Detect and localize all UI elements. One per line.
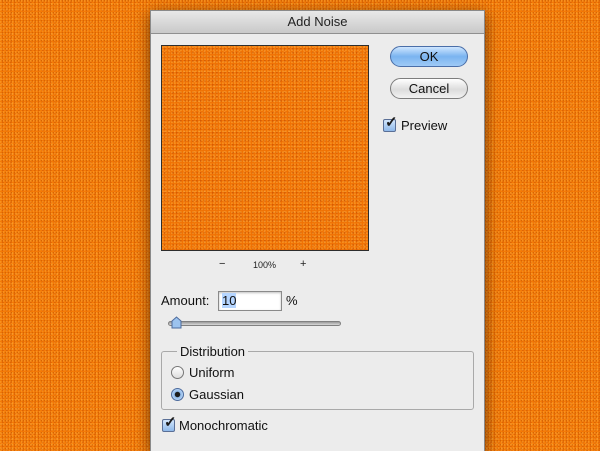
gaussian-radio[interactable] — [171, 388, 184, 401]
gaussian-label: Gaussian — [189, 387, 244, 402]
uniform-radio[interactable] — [171, 366, 184, 379]
dialog-title: Add Noise — [151, 11, 484, 34]
ok-button[interactable]: OK — [390, 46, 468, 67]
zoom-in-button[interactable]: + — [300, 258, 306, 270]
cancel-button[interactable]: Cancel — [390, 78, 468, 99]
distribution-label: Distribution — [177, 344, 249, 359]
preview-checkbox[interactable]: ✓ — [383, 115, 398, 132]
checkmark-icon: ✓ — [385, 114, 398, 131]
preview-label: Preview — [401, 118, 448, 133]
amount-label: Amount: — [161, 293, 210, 308]
amount-slider[interactable] — [168, 321, 341, 326]
uniform-label: Uniform — [189, 365, 235, 380]
amount-input[interactable]: 10 — [218, 291, 282, 311]
monochromatic-label: Monochromatic — [179, 418, 268, 433]
preview-image[interactable] — [161, 45, 369, 251]
zoom-level: 100% — [253, 260, 277, 270]
monochromatic-checkbox[interactable]: ✓ — [162, 415, 177, 432]
checkmark-icon: ✓ — [164, 414, 177, 431]
amount-unit: % — [286, 293, 298, 308]
slider-thumb-icon[interactable] — [171, 316, 182, 329]
zoom-out-button[interactable]: − — [219, 258, 225, 270]
add-noise-dialog: Add Noise − 100% + OK Cancel ✓ Preview A… — [150, 10, 485, 451]
amount-value: 10 — [222, 293, 237, 308]
